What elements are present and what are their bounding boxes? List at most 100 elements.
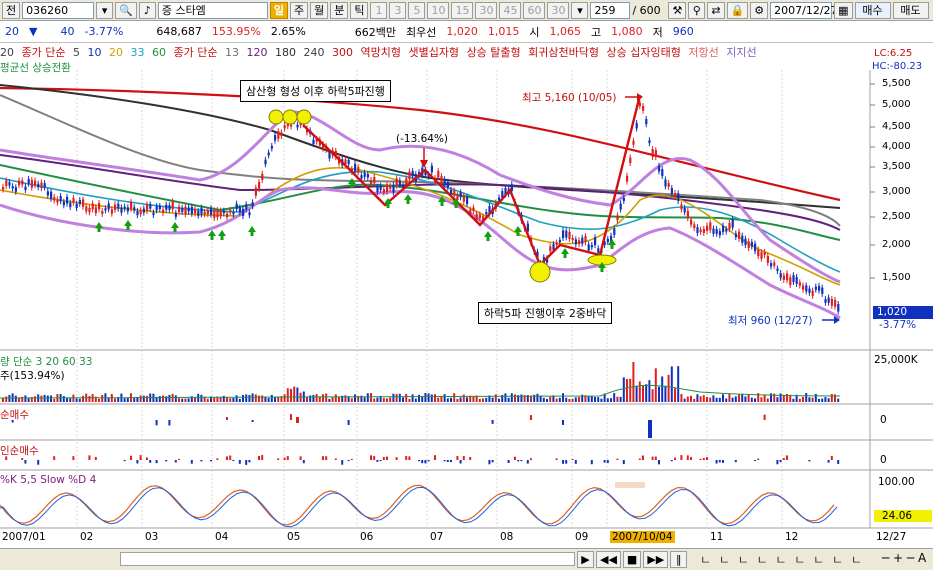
candle-body xyxy=(267,152,270,156)
candle-body xyxy=(651,149,654,157)
volume-bar xyxy=(558,397,561,402)
candle-body xyxy=(805,285,808,292)
candle-body xyxy=(43,183,46,188)
candle-body xyxy=(37,183,40,188)
volume-bar xyxy=(411,394,414,402)
volume-bar xyxy=(818,398,820,402)
volume-bar xyxy=(549,396,552,402)
date-tick-label: 11 xyxy=(710,531,724,543)
candle-body xyxy=(709,222,712,231)
volume-bar xyxy=(706,396,708,402)
netbuy-bar xyxy=(763,414,766,420)
drawing-tools[interactable]: ㄴ ㄴ ㄴ ㄴ ㄴ ㄴ ㄴ ㄴ ㄴ xyxy=(700,551,864,568)
inst-netbuy-bar xyxy=(622,460,625,465)
volume-bar xyxy=(811,397,814,402)
candle-body xyxy=(146,204,149,211)
inst-netbuy-bar xyxy=(574,460,577,464)
volume-bar xyxy=(232,397,235,402)
inst-netbuy-bar xyxy=(837,460,840,464)
candle-body xyxy=(30,179,33,188)
inst-netbuy-bar xyxy=(469,456,472,460)
volume-bar xyxy=(824,397,827,402)
volume-bar xyxy=(494,394,497,402)
inst-netbuy-bar xyxy=(456,455,459,460)
inst-netbuy-bar xyxy=(520,460,523,462)
candle-body xyxy=(453,190,456,196)
price-chart[interactable] xyxy=(0,0,933,530)
candle-body xyxy=(680,204,683,210)
volume-bar xyxy=(536,393,539,402)
inst-netbuy-bar xyxy=(376,460,379,462)
volume-bar xyxy=(370,393,372,402)
candle-body xyxy=(120,207,123,213)
inst-netbuy-bar xyxy=(53,456,56,460)
candle-body xyxy=(789,277,792,286)
candle-body xyxy=(14,187,17,192)
volume-bar xyxy=(398,393,401,402)
rewind-icon[interactable]: ◀◀ xyxy=(596,551,621,568)
volume-bar xyxy=(139,395,142,402)
candle-body xyxy=(741,235,744,243)
inst-netbuy-bar xyxy=(590,460,593,465)
volume-bar xyxy=(267,398,270,402)
scrollbar-track[interactable] xyxy=(120,552,575,566)
candle-body xyxy=(107,203,110,210)
volume-bar xyxy=(462,394,465,402)
inst-netbuy-bar xyxy=(94,456,97,460)
forward-icon[interactable]: ▶▶ xyxy=(643,551,669,568)
volume-bar xyxy=(274,397,276,402)
candle-body xyxy=(373,177,376,184)
netbuy-bar xyxy=(168,420,171,426)
candle-body xyxy=(549,246,552,252)
candle-body xyxy=(216,210,219,218)
candle-body xyxy=(696,227,699,234)
candle-body xyxy=(715,229,718,234)
candle-body xyxy=(328,151,331,159)
candle-body xyxy=(85,206,88,212)
price-tick-label: 2,000 xyxy=(882,239,911,250)
pause-icon[interactable]: ‖ xyxy=(670,551,688,568)
netbuy-bar xyxy=(347,420,350,425)
candle-body xyxy=(91,203,94,210)
netbuy-bar xyxy=(155,420,158,426)
volume-bar xyxy=(686,396,689,402)
netbuy-bar xyxy=(296,417,299,423)
play-icon[interactable]: ▶ xyxy=(577,551,594,568)
candle-body xyxy=(152,212,155,216)
stop-icon[interactable]: ■ xyxy=(622,551,642,568)
candle-body xyxy=(34,180,37,186)
candle-body xyxy=(558,239,561,243)
inst-netbuy-bar xyxy=(686,455,689,460)
envelope-lower xyxy=(0,186,841,320)
candle-body xyxy=(702,228,705,233)
candle-body xyxy=(779,273,782,278)
inst-netbuy-bar xyxy=(651,456,654,460)
candle-body xyxy=(613,228,616,235)
inst-netbuy-bar xyxy=(462,455,465,460)
volume-bar xyxy=(405,393,408,402)
candle-body xyxy=(206,210,209,215)
candle-body xyxy=(821,287,824,294)
volume-bar xyxy=(638,381,641,402)
volume-bar xyxy=(101,394,104,402)
volume-bar xyxy=(402,397,404,402)
candle-body xyxy=(187,207,190,212)
candle-body xyxy=(46,191,49,196)
zoom-controls[interactable]: ─ + ─ A xyxy=(882,551,926,565)
volume-bar xyxy=(312,395,315,402)
volume-bar xyxy=(565,397,568,402)
volume-bar xyxy=(206,398,209,402)
volume-bar xyxy=(200,394,203,402)
inst-netbuy-bar xyxy=(350,458,353,460)
volume-bar xyxy=(690,395,692,402)
volume-bar xyxy=(344,395,347,402)
volume-bar xyxy=(590,396,593,402)
candle-body xyxy=(270,145,273,149)
inst-netbuy-bar xyxy=(734,460,737,463)
candle-body xyxy=(786,273,789,281)
candle-body xyxy=(782,275,785,280)
volume-bar xyxy=(763,395,766,402)
volume-bar xyxy=(245,394,248,402)
candle-body xyxy=(606,238,609,243)
volume-bar xyxy=(235,395,238,402)
